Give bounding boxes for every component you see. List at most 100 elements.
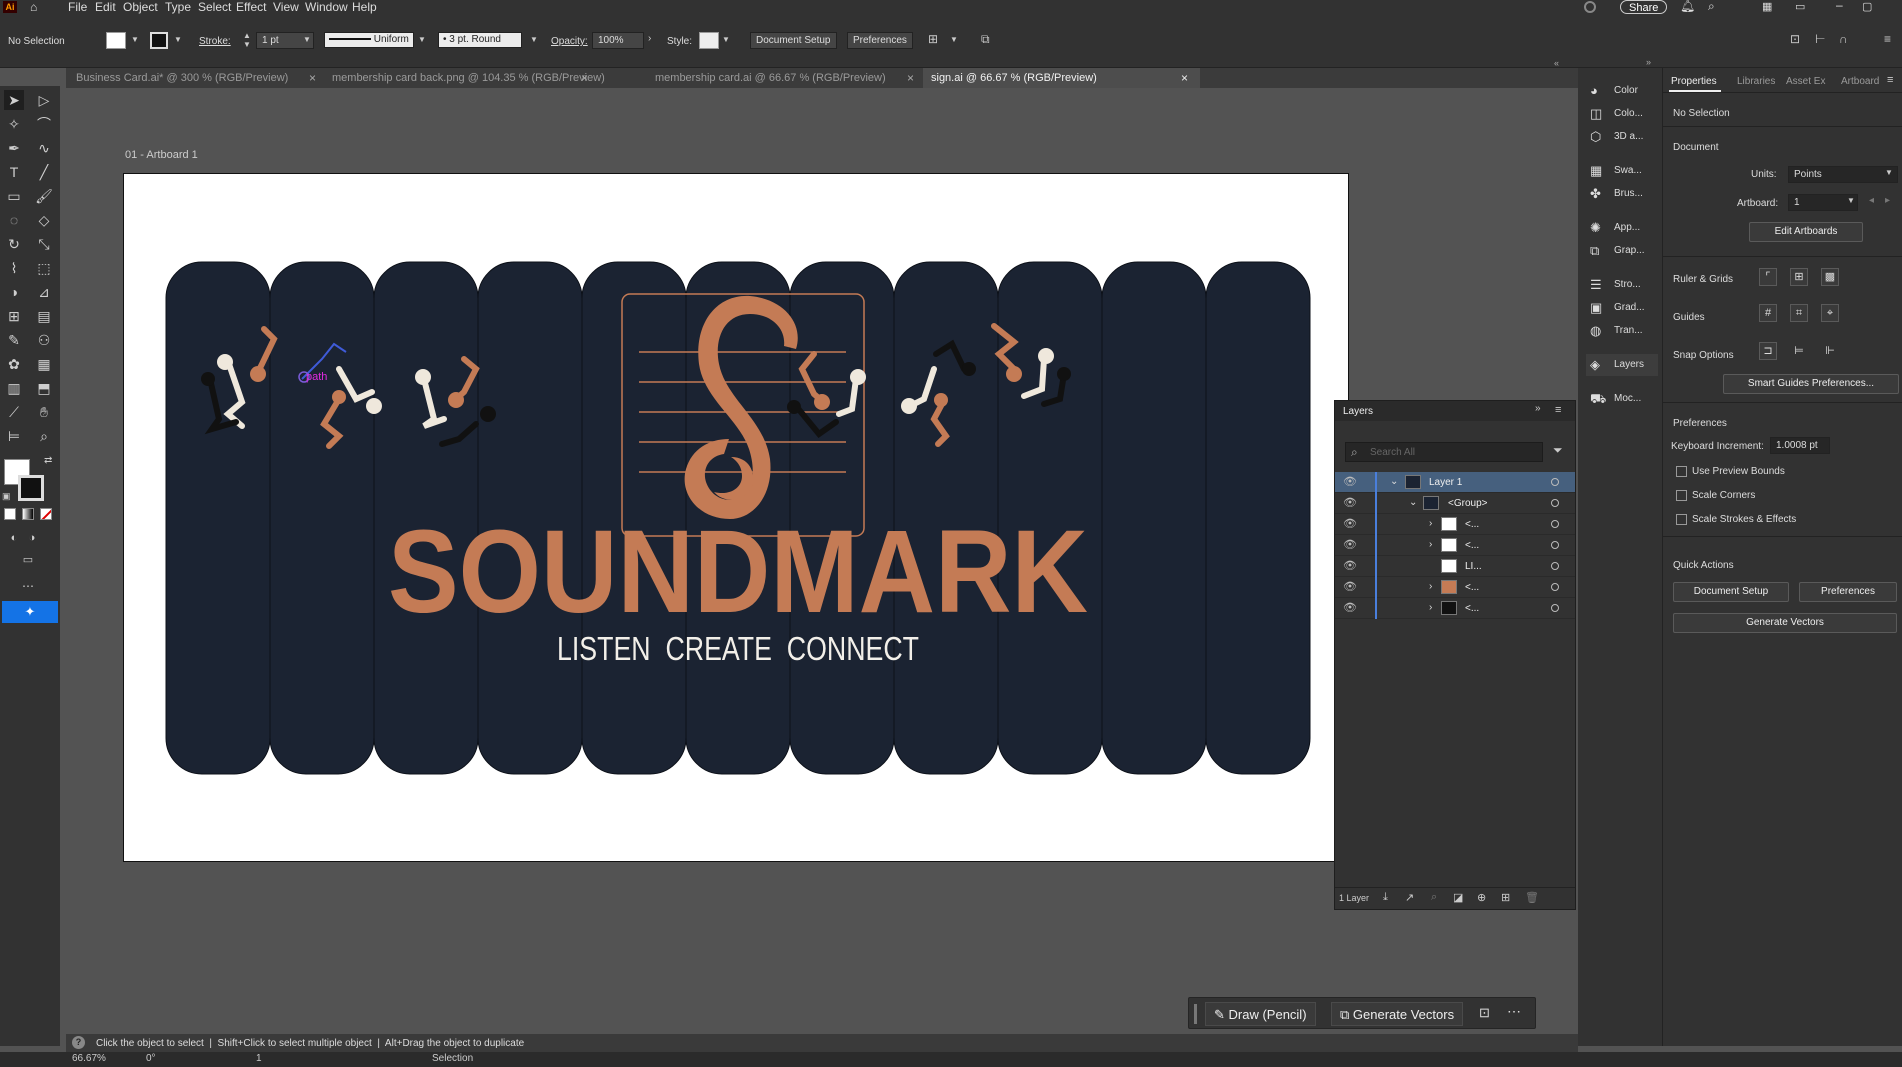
grid-icon[interactable]: ⊞ bbox=[1790, 268, 1808, 286]
target-circle-icon[interactable] bbox=[1551, 478, 1559, 486]
show-guides-icon[interactable]: # bbox=[1759, 304, 1777, 322]
style-swatch[interactable] bbox=[699, 32, 719, 49]
chevron-down-icon[interactable]: ▼ bbox=[950, 35, 958, 44]
slice-tool-icon[interactable]: ⟋ bbox=[4, 402, 24, 422]
quick-preferences-button[interactable]: Preferences bbox=[1799, 582, 1897, 602]
arrange-icon[interactable]: ▭ bbox=[1795, 0, 1805, 13]
pen-tool-icon[interactable]: ✒ bbox=[4, 138, 24, 158]
zoom-level[interactable]: 66.67% bbox=[72, 1053, 106, 1064]
menu-file[interactable]: File bbox=[68, 0, 87, 14]
chevron-down-icon[interactable]: ⌄ bbox=[1409, 497, 1417, 508]
home-icon[interactable]: ⌂ bbox=[30, 0, 37, 14]
drag-handle-icon[interactable] bbox=[1194, 1004, 1197, 1024]
chevron-down-icon[interactable]: ▼ bbox=[131, 35, 139, 44]
target-circle-icon[interactable] bbox=[1551, 604, 1559, 612]
snap-grid-icon[interactable]: ⊨ bbox=[1790, 342, 1808, 360]
layers-search[interactable]: ⌕ Search All bbox=[1345, 442, 1543, 462]
notifications-icon[interactable]: 🔔︎ bbox=[1680, 0, 1695, 13]
close-icon[interactable]: × bbox=[309, 68, 316, 88]
screen-mode-icon[interactable]: ▭ bbox=[18, 550, 38, 570]
layer-name[interactable]: <... bbox=[1465, 582, 1479, 593]
collapse-panels-icon[interactable]: » bbox=[1646, 57, 1651, 67]
shape-builder-icon[interactable]: ◑ bbox=[4, 282, 24, 302]
scale-strokes-checkbox[interactable] bbox=[1676, 514, 1687, 525]
edit-artboards-button[interactable]: Edit Artboards bbox=[1749, 222, 1863, 242]
layer-name[interactable]: LI... bbox=[1465, 561, 1482, 572]
keyboard-increment-input[interactable]: 1.0008 pt bbox=[1770, 437, 1830, 454]
visibility-eye-icon[interactable]: 👁︎ bbox=[1343, 580, 1357, 593]
chevron-down-icon[interactable]: ▼ bbox=[303, 35, 311, 44]
menu-edit[interactable]: Edit bbox=[95, 0, 116, 14]
generate-vectors-task-button[interactable]: ⧉ Generate Vectors bbox=[1331, 1002, 1464, 1026]
layer-name[interactable]: <... bbox=[1465, 519, 1479, 530]
layer-row[interactable]: 👁︎ › <... bbox=[1335, 514, 1575, 535]
panel-stroke[interactable]: ☰ Stro... bbox=[1586, 274, 1658, 296]
transform-icon[interactable]: ⊡ bbox=[1790, 32, 1800, 46]
scale-tool-icon[interactable]: ⤡ bbox=[34, 234, 54, 254]
rotate-tool-icon[interactable]: ↻ bbox=[4, 234, 24, 254]
stepper-icon[interactable]: ▲ ▼ bbox=[243, 31, 251, 49]
smart-guides-icon[interactable]: ⌖ bbox=[1821, 304, 1839, 322]
visibility-eye-icon[interactable]: 👁︎ bbox=[1343, 517, 1357, 530]
mesh-tool-icon[interactable]: ⊞ bbox=[4, 306, 24, 326]
warp-tool-icon[interactable]: ⌇ bbox=[4, 258, 24, 278]
target-circle-icon[interactable] bbox=[1551, 541, 1559, 549]
more-options-icon[interactable]: ⋯ bbox=[1507, 1003, 1521, 1020]
eyedropper-icon[interactable]: ✎ bbox=[4, 330, 24, 350]
visibility-eye-icon[interactable]: 👁︎ bbox=[1343, 559, 1357, 572]
column-graph-icon[interactable]: ▦ bbox=[34, 354, 54, 374]
visibility-eye-icon[interactable]: 👁︎ bbox=[1343, 496, 1357, 509]
tab-artboards[interactable]: Artboard bbox=[1841, 76, 1879, 87]
panel-swatches[interactable]: ▦ Swa... bbox=[1586, 160, 1658, 182]
brush-select[interactable]: • 3 pt. Round bbox=[438, 32, 522, 48]
tab-membership-card-back[interactable]: membership card back.png @ 104.35 % (RGB… bbox=[332, 68, 605, 88]
paintbrush-icon[interactable]: 🖌︎ bbox=[34, 186, 54, 206]
use-preview-bounds-checkbox[interactable] bbox=[1676, 466, 1687, 477]
delete-icon[interactable]: 🗑︎ bbox=[1525, 891, 1539, 904]
free-transform-icon[interactable]: ⬚ bbox=[34, 258, 54, 278]
gradient-tool-icon[interactable]: ▤ bbox=[34, 306, 54, 326]
layer-name[interactable]: <Group> bbox=[1448, 498, 1487, 509]
draw-inside-icon[interactable]: ◑ bbox=[22, 528, 42, 548]
document-setup-button[interactable]: Document Setup bbox=[750, 32, 837, 49]
share-button[interactable]: Share bbox=[1620, 0, 1668, 14]
shaper-tool-icon[interactable]: ◌ bbox=[4, 210, 24, 230]
blend-tool-icon[interactable]: ⚇ bbox=[34, 330, 54, 350]
artboard-tool-icon[interactable]: ⬒ bbox=[34, 378, 54, 398]
chevron-right-icon[interactable]: › bbox=[1429, 539, 1432, 550]
rotation-value[interactable]: 0° bbox=[146, 1053, 156, 1064]
align-icon[interactable]: ⊞ bbox=[928, 32, 938, 46]
menu-view[interactable]: View bbox=[273, 0, 299, 14]
image-options-icon[interactable]: ⊡ bbox=[1479, 1005, 1490, 1021]
collapse-icon[interactable]: » bbox=[1535, 403, 1541, 414]
bar-graph-icon[interactable]: ▥ bbox=[4, 378, 24, 398]
panel-appearance[interactable]: ✺ App... bbox=[1586, 217, 1658, 239]
none-mode-icon[interactable] bbox=[40, 508, 52, 520]
new-sublayer-icon[interactable]: ⊕ bbox=[1477, 891, 1486, 904]
locate-object-icon[interactable]: ⌕ bbox=[1431, 891, 1437, 904]
opacity-input[interactable]: 100% bbox=[592, 32, 644, 49]
transparency-grid-icon[interactable]: ▩ bbox=[1821, 268, 1839, 286]
rectangle-tool-icon[interactable]: ▭ bbox=[4, 186, 24, 206]
visibility-eye-icon[interactable]: 👁︎ bbox=[1343, 538, 1357, 551]
panel-menu-icon[interactable]: ≡ bbox=[1887, 74, 1893, 86]
collect-export-icon[interactable]: ⤓ bbox=[1383, 891, 1388, 904]
chevron-down-icon[interactable]: ▼ bbox=[1847, 196, 1855, 205]
target-circle-icon[interactable] bbox=[1551, 583, 1559, 591]
export-icon[interactable]: ↗ bbox=[1405, 891, 1414, 904]
chevron-right-icon[interactable]: › bbox=[648, 33, 651, 44]
panel-brushes[interactable]: ✤ Brus... bbox=[1586, 183, 1658, 205]
panel-layers[interactable]: ◈ Layers bbox=[1586, 354, 1658, 376]
prev-artboard-icon[interactable]: ◂ bbox=[1869, 195, 1874, 206]
symbol-sprayer-icon[interactable]: ✿ bbox=[4, 354, 24, 374]
chevron-down-icon[interactable]: ▼ bbox=[174, 35, 182, 44]
chevron-right-icon[interactable]: › bbox=[1429, 518, 1432, 529]
layer-row[interactable]: 👁︎ LI... bbox=[1335, 556, 1575, 577]
panel-transparency[interactable]: ◍ Tran... bbox=[1586, 320, 1658, 342]
maximize-icon[interactable]: ▢ bbox=[1862, 0, 1872, 13]
close-icon[interactable]: × bbox=[907, 68, 914, 88]
chevron-down-icon[interactable]: ▼ bbox=[722, 35, 730, 44]
rulers-icon[interactable]: ⊨ bbox=[4, 426, 24, 446]
chevron-right-icon[interactable]: › bbox=[1429, 581, 1432, 592]
target-circle-icon[interactable] bbox=[1551, 520, 1559, 528]
